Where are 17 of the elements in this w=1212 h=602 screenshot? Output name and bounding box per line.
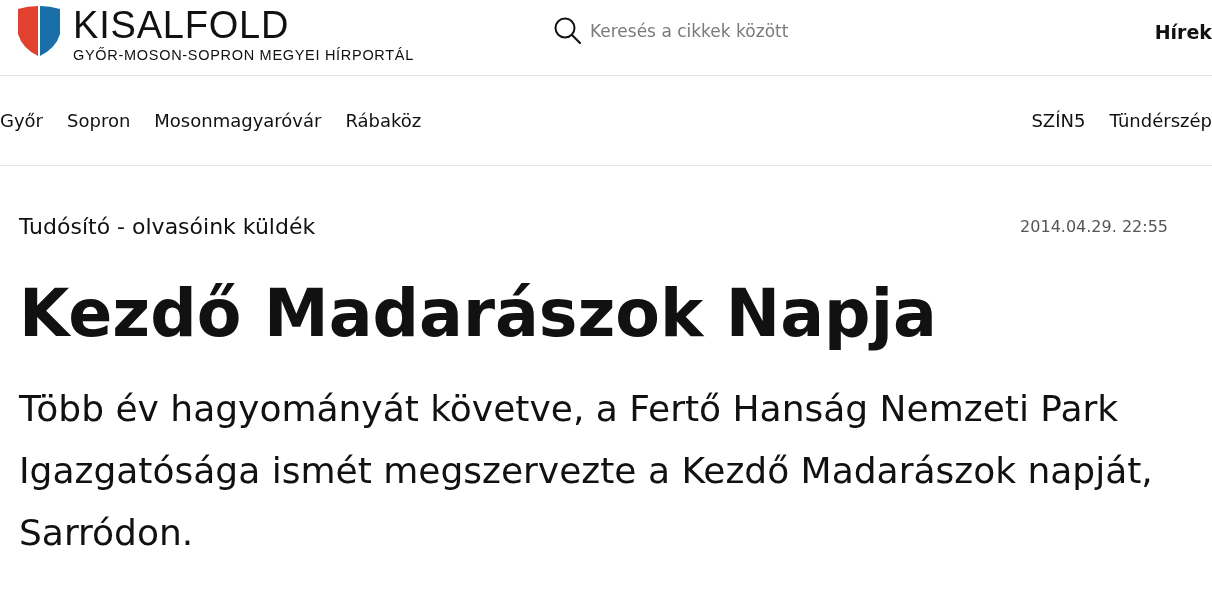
- logo-title: KISALFOLD: [73, 7, 291, 43]
- nav-link[interactable]: Mosonmagyaróvár: [154, 108, 322, 133]
- nav-link[interactable]: Tündérszép: [1109, 108, 1212, 133]
- nav-link[interactable]: Rábaköz: [345, 108, 422, 133]
- search-field[interactable]: Keresés a cikkek között: [589, 18, 840, 43]
- logo-subtitle: GYŐR-MOSON-SOPRON MEGYEI HÍRPORTÁL: [73, 46, 414, 64]
- nav-link[interactable]: Sopron: [67, 108, 131, 133]
- search-icon: [553, 17, 581, 44]
- nav-link[interactable]: SZÍN5: [1031, 108, 1086, 133]
- shield-icon: [18, 6, 60, 56]
- article-title: Kezdő Madarászok Napja: [19, 275, 938, 353]
- logo-link[interactable]: KISALFOLD GYŐR-MOSON-SOPRON MEGYEI HÍRPORTÁL: [18, 6, 414, 64]
- publish-date: 2014.04.29. 22:55: [1020, 217, 1168, 237]
- category-link[interactable]: Tudósító - olvasóink küldék: [19, 213, 316, 241]
- article-lead: Több év hagyományát követve, a Fertő Hanság Nemzeti Park Igazgatósága ismét megszervezte a Kezdő Madarászok napját, Sarródon.: [19, 387, 1154, 555]
- nav-link[interactable]: Győr: [0, 108, 43, 133]
- menu-link[interactable]: Hírek: [1154, 20, 1212, 44]
